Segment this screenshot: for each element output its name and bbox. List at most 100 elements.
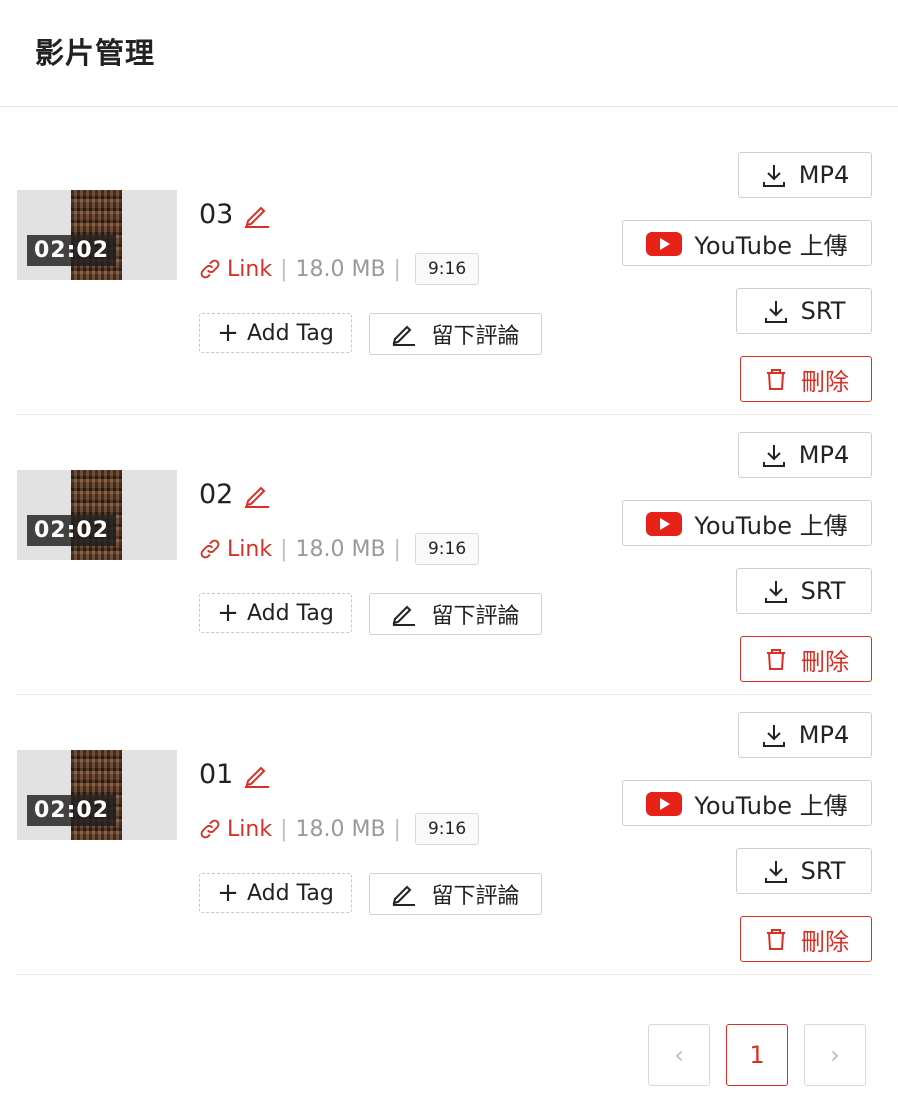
separator: | [280,816,288,842]
youtube-label: YouTube 上傳 [694,511,848,540]
separator: | [280,256,288,282]
download-icon [762,165,785,187]
link-icon[interactable] [199,538,221,560]
separator: | [393,256,401,282]
duration-badge: 02:02 [27,515,117,546]
add-tag-button[interactable]: + Add Tag [199,873,352,913]
aspect-ratio-badge: 9:16 [414,253,480,285]
plus-icon: + [217,878,239,908]
comment-button[interactable]: 留下評論 [369,593,542,635]
srt-label: SRT [800,297,846,325]
duration-badge: 02:02 [27,795,117,826]
mp4-label: MP4 [798,161,850,189]
mp4-label: MP4 [798,441,850,469]
video-row: 02:02 01 Link | 18.0 MB | 9:16 + Add Tag … [17,695,872,975]
edit-icon [393,605,416,626]
video-row: 02:02 02 Link | 18.0 MB | 9:16 + Add Tag … [17,415,872,695]
video-name: 02 [199,479,234,510]
comment-button[interactable]: 留下評論 [369,873,542,915]
comment-label: 留下評論 [431,604,520,629]
edit-pencil-icon[interactable] [243,761,271,789]
video-list: 02:02 03 Link | 18.0 MB | 9:16 + Add Tag … [0,107,898,975]
add-tag-label: Add Tag [246,320,334,346]
trash-icon [767,369,785,390]
link-icon[interactable] [199,258,221,280]
add-tag-button[interactable]: + Add Tag [199,593,352,633]
comment-label: 留下評論 [431,324,520,349]
download-srt-button[interactable]: SRT [736,568,872,614]
video-link[interactable]: Link [227,817,272,842]
video-meta: Link | 18.0 MB | 9:16 [199,533,480,565]
download-srt-button[interactable]: SRT [736,848,872,894]
youtube-upload-button[interactable]: YouTube 上傳 [622,780,872,826]
youtube-icon [646,512,683,536]
download-mp4-button[interactable]: MP4 [738,152,872,198]
delete-label: 刪除 [801,647,849,676]
video-name: 01 [199,759,234,790]
download-mp4-button[interactable]: MP4 [738,432,872,478]
video-thumbnail[interactable]: 02:02 [17,750,177,840]
aspect-ratio-badge: 9:16 [414,813,480,845]
plus-icon: + [217,598,239,628]
youtube-label: YouTube 上傳 [694,791,848,820]
duration-badge: 02:02 [27,235,117,266]
download-icon [764,861,787,883]
video-title-line: 02 [199,479,271,510]
tag-comment-actions: + Add Tag 留下評論 [199,873,542,915]
youtube-upload-button[interactable]: YouTube 上傳 [622,500,872,546]
video-name: 03 [199,199,234,230]
comment-button[interactable]: 留下評論 [369,313,542,355]
page-1-button[interactable]: 1 [726,1024,788,1086]
video-thumbnail[interactable]: 02:02 [17,190,177,280]
link-icon[interactable] [199,818,221,840]
delete-label: 刪除 [801,927,849,956]
video-thumbnail[interactable]: 02:02 [17,470,177,560]
tag-comment-actions: + Add Tag 留下評論 [199,313,542,355]
next-page-button[interactable]: › [804,1024,866,1086]
file-size: 18.0 MB [295,536,386,562]
add-tag-label: Add Tag [246,600,334,626]
plus-icon: + [217,318,239,348]
video-link[interactable]: Link [227,257,272,282]
add-tag-button[interactable]: + Add Tag [199,313,352,353]
delete-button[interactable]: 刪除 [740,916,872,962]
trash-icon [767,929,785,950]
video-link[interactable]: Link [227,537,272,562]
video-meta: Link | 18.0 MB | 9:16 [199,253,480,285]
page-title: 影片管理 [35,36,156,70]
edit-icon [393,325,416,346]
file-size: 18.0 MB [295,816,386,842]
download-srt-button[interactable]: SRT [736,288,872,334]
separator: | [393,536,401,562]
edit-icon [393,885,416,906]
video-meta: Link | 18.0 MB | 9:16 [199,813,480,845]
youtube-icon [646,232,683,256]
prev-page-button[interactable]: ‹ [648,1024,710,1086]
youtube-label: YouTube 上傳 [694,231,848,260]
download-mp4-button[interactable]: MP4 [738,712,872,758]
separator: | [393,816,401,842]
delete-button[interactable]: 刪除 [740,356,872,402]
video-row: 02:02 03 Link | 18.0 MB | 9:16 + Add Tag … [17,107,872,415]
tag-comment-actions: + Add Tag 留下評論 [199,593,542,635]
trash-icon [767,649,785,670]
download-icon [764,581,787,603]
comment-label: 留下評論 [431,884,520,909]
edit-pencil-icon[interactable] [243,481,271,509]
delete-label: 刪除 [801,367,849,396]
youtube-upload-button[interactable]: YouTube 上傳 [622,220,872,266]
download-icon [762,445,785,467]
srt-label: SRT [800,577,846,605]
add-tag-label: Add Tag [246,880,334,906]
download-icon [762,725,785,747]
delete-button[interactable]: 刪除 [740,636,872,682]
page-header: 影片管理 [0,0,898,107]
file-size: 18.0 MB [295,256,386,282]
aspect-ratio-badge: 9:16 [414,533,480,565]
video-title-line: 03 [199,199,271,230]
edit-pencil-icon[interactable] [243,201,271,229]
separator: | [280,536,288,562]
pagination: ‹ 1 › [648,1024,866,1086]
mp4-label: MP4 [798,721,850,749]
download-icon [764,301,787,323]
